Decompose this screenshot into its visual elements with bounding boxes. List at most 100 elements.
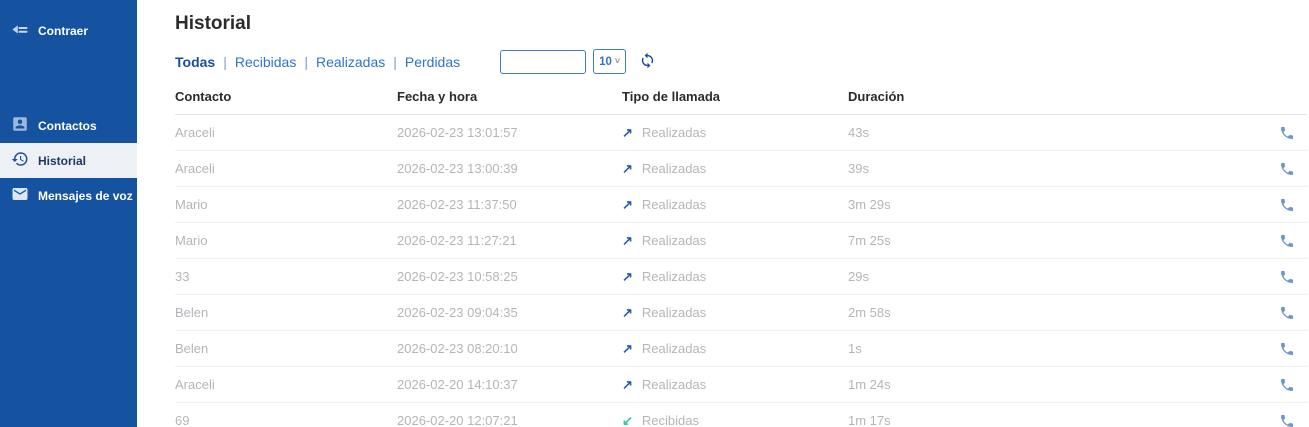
duration-cell: 7m 25s xyxy=(848,233,891,248)
call-button[interactable] xyxy=(1279,125,1295,141)
datetime-cell: 2026-02-20 12:07:21 xyxy=(397,413,518,427)
phone-icon xyxy=(1281,234,1293,247)
voicemail-icon xyxy=(12,188,28,200)
history-icon xyxy=(11,152,28,166)
type-cell: ↗ Realizadas xyxy=(622,340,707,357)
column-header-type: Tipo de llamada xyxy=(622,89,721,104)
filter-tab-perdidas[interactable]: Perdidas xyxy=(405,54,460,70)
duration-cell: 29s xyxy=(848,269,869,284)
outgoing-arrow-icon: ↗ xyxy=(622,304,633,320)
duration-cell: 1m 17s xyxy=(848,413,891,427)
phone-icon xyxy=(1281,414,1293,427)
call-history-table: Contacto Fecha y hora Tipo de llamada Du… xyxy=(175,87,1307,427)
type-cell: ↗ Realizadas xyxy=(622,376,707,393)
history-row: Mario 2026-02-23 11:27:21 ↗ Realizadas 7… xyxy=(175,223,1307,259)
filter-tab-todas[interactable]: Todas xyxy=(175,54,215,70)
type-cell: ↗ Realizadas xyxy=(622,304,707,321)
phone-icon xyxy=(1281,270,1293,283)
page-size-value: 10 xyxy=(599,55,612,68)
phone-icon xyxy=(1281,378,1293,391)
call-button[interactable] xyxy=(1279,341,1295,357)
history-row: Belen 2026-02-23 08:20:10 ↗ Realizadas 1… xyxy=(175,331,1307,367)
contact-cell: 69 xyxy=(175,413,190,427)
filter-separator: | xyxy=(393,53,397,70)
contact-cell: Araceli xyxy=(175,125,215,140)
type-cell: ↗ Realizadas xyxy=(622,160,707,177)
phone-icon xyxy=(1281,162,1293,175)
outgoing-arrow-icon: ↗ xyxy=(622,232,633,248)
page-title: Historial xyxy=(175,13,252,34)
history-row: Araceli 2026-02-23 13:01:57 ↗ Realizadas… xyxy=(175,115,1307,151)
type-cell: ↗ Realizadas xyxy=(622,268,707,285)
phone-icon xyxy=(1281,126,1293,139)
datetime-cell: 2026-02-23 09:04:35 xyxy=(397,305,518,320)
toolbar: Todas | Recibidas | Realizadas | Perdidas 10 ˅ xyxy=(175,48,1307,75)
collapse-icon xyxy=(12,25,28,34)
history-row: Mario 2026-02-23 11:37:50 ↗ Realizadas 3… xyxy=(175,187,1307,223)
call-button[interactable] xyxy=(1279,269,1295,285)
refresh-icon-slot xyxy=(639,52,656,72)
sidebar-item-mensajes-de-voz[interactable]: Mensajes de voz xyxy=(0,178,137,213)
outgoing-arrow-icon: ↗ xyxy=(622,196,633,212)
call-button[interactable] xyxy=(1279,305,1295,321)
duration-cell: 1m 24s xyxy=(848,377,891,392)
call-button[interactable] xyxy=(1279,197,1295,213)
datetime-cell: 2026-02-23 11:37:50 xyxy=(397,197,517,212)
duration-cell: 43s xyxy=(848,125,869,140)
app-window: Contraer Contactos Historial Mensajes de… xyxy=(0,0,1309,427)
main-panel: Historial Todas | Recibidas | Realizadas | Per… xyxy=(137,0,1309,427)
phone-icon xyxy=(1281,342,1293,355)
sidebar-item-contactos[interactable]: Contactos xyxy=(0,108,137,143)
filter-separator: | xyxy=(304,53,308,70)
call-button[interactable] xyxy=(1279,161,1295,177)
contact-cell: 33 xyxy=(175,269,190,284)
contact-cell: Araceli xyxy=(175,377,215,392)
datetime-cell: 2026-02-23 13:00:39 xyxy=(397,161,518,176)
column-header-duration: Duración xyxy=(848,89,905,104)
page-size-select[interactable]: 10 ˅ xyxy=(593,49,627,74)
outgoing-arrow-icon: ↗ xyxy=(622,124,633,140)
contact-cell: Belen xyxy=(175,305,209,320)
search-input[interactable] xyxy=(500,49,587,74)
filter-tab-recibidas[interactable]: Recibidas xyxy=(235,54,296,70)
collapse-label: Contraer xyxy=(38,24,89,38)
column-header-datetime: Fecha y hora xyxy=(397,89,478,104)
refresh-button[interactable] xyxy=(639,52,656,72)
filter-separator: | xyxy=(223,53,227,70)
contacts-icon xyxy=(13,117,27,131)
datetime-cell: 2026-02-23 10:58:25 xyxy=(397,269,518,284)
history-row: 33 2026-02-23 10:58:25 ↗ Realizadas 29s xyxy=(175,259,1307,295)
sidebar: Contraer Contactos Historial Mensajes de… xyxy=(0,0,137,427)
duration-cell: 39s xyxy=(848,161,869,176)
contact-cell: Araceli xyxy=(175,161,215,176)
datetime-cell: 2026-02-23 11:27:21 xyxy=(397,233,517,248)
datetime-cell: 2026-02-20 14:10:37 xyxy=(397,377,518,392)
history-row: Araceli 2026-02-23 13:00:39 ↗ Realizadas… xyxy=(175,151,1307,187)
outgoing-arrow-icon: ↗ xyxy=(622,376,633,392)
incoming-arrow-icon: ↙ xyxy=(622,412,633,427)
sidebar-nav: Contactos Historial Mensajes de voz xyxy=(0,108,137,213)
filter-tab-realizadas[interactable]: Realizadas xyxy=(316,54,385,70)
datetime-cell: 2026-02-23 08:20:10 xyxy=(397,341,518,356)
type-cell: ↗ Realizadas xyxy=(622,232,707,249)
contact-cell: Mario xyxy=(175,197,208,212)
collapse-sidebar-button[interactable]: Contraer xyxy=(0,14,137,48)
phone-icon xyxy=(1281,198,1293,211)
call-button[interactable] xyxy=(1279,413,1295,427)
table-header: Contacto Fecha y hora Tipo de llamada Du… xyxy=(175,87,1307,115)
column-header-actions xyxy=(1073,89,1307,104)
phone-icon xyxy=(1281,306,1293,319)
outgoing-arrow-icon: ↗ xyxy=(622,340,633,356)
history-row: 69 2026-02-20 12:07:21 ↙ Recibidas 1m 17… xyxy=(175,403,1307,427)
call-button[interactable] xyxy=(1279,377,1295,393)
contact-cell: Mario xyxy=(175,233,208,248)
contact-cell: Belen xyxy=(175,341,209,356)
duration-cell: 3m 29s xyxy=(848,197,891,212)
sidebar-item-historial[interactable]: Historial xyxy=(0,143,137,178)
collapse-icon-slot xyxy=(11,22,29,40)
call-button[interactable] xyxy=(1279,233,1295,249)
outgoing-arrow-icon: ↗ xyxy=(622,160,633,176)
type-cell: ↗ Realizadas xyxy=(622,124,707,141)
type-cell: ↗ Realizadas xyxy=(622,196,707,213)
filter-tabs: Todas | Recibidas | Realizadas | Perdidas xyxy=(175,54,460,70)
